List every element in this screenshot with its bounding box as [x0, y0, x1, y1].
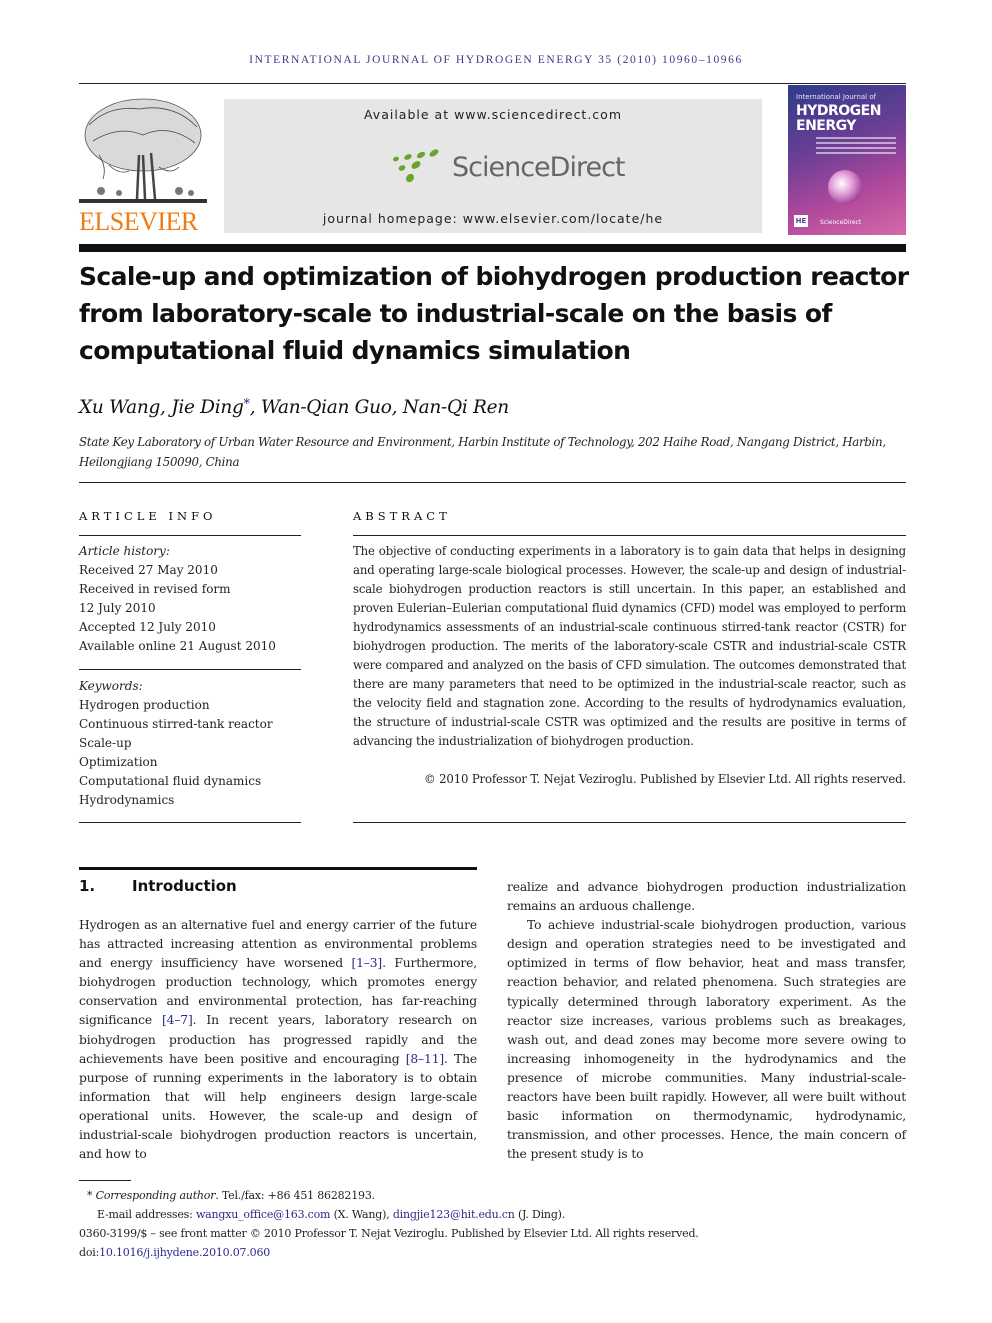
- keyword-item: Hydrogen production: [79, 698, 210, 712]
- cover-editor-lines: [816, 137, 896, 157]
- cover-title-line: International Journal of: [796, 93, 877, 101]
- abstract-copyright: © 2010 Professor T. Nejat Veziroglu. Pub…: [424, 772, 906, 786]
- email-label: E-mail addresses:: [97, 1208, 196, 1221]
- affiliation-divider: [79, 482, 906, 483]
- article-info-divider: [79, 535, 301, 536]
- journal-homepage-link[interactable]: journal homepage: www.elsevier.com/locat…: [224, 211, 762, 226]
- citation-link[interactable]: [1–3]: [351, 956, 382, 970]
- keyword-item: Scale-up: [79, 736, 132, 750]
- article-info-heading: ARTICLE INFO: [79, 509, 217, 523]
- elsevier-tree-icon: [79, 95, 207, 207]
- citation-link[interactable]: [4–7]: [162, 1013, 193, 1027]
- paragraph: To achieve industrial-scale biohydrogen …: [507, 918, 906, 1162]
- sciencedirect-banner: Available at www.sciencedirect.com Scien…: [224, 99, 762, 233]
- issn-line: 0360-3199/$ – see front matter © 2010 Pr…: [79, 1227, 699, 1240]
- keyword-item: Continuous stirred-tank reactor: [79, 717, 273, 731]
- footnotes: * Corresponding author. Tel./fax: +86 45…: [79, 1186, 879, 1262]
- abstract-heading: ABSTRACT: [353, 509, 451, 523]
- available-at-text[interactable]: Available at www.sciencedirect.com: [224, 107, 762, 122]
- history-item: Received in revised form: [79, 582, 231, 596]
- email-note: E-mail addresses: wangxu_office@163.com …: [79, 1205, 879, 1224]
- introduction-right-column: realize and advance biohydrogen producti…: [507, 878, 906, 1164]
- article-title: Scale-up and optimization of biohydrogen…: [79, 262, 909, 365]
- elsevier-logo[interactable]: ELSEVIER: [79, 95, 207, 236]
- paragraph: Hydrogen as an alternative fuel and ener…: [79, 916, 477, 1164]
- abstract-bottom-divider: [353, 822, 906, 823]
- introduction-heading: 1. Introduction: [79, 877, 237, 895]
- cover-orb-graphic: [828, 170, 862, 204]
- history-item: Accepted 12 July 2010: [79, 620, 216, 634]
- keyword-item: Optimization: [79, 755, 158, 769]
- footnote-divider: [79, 1180, 131, 1181]
- cover-title-energy: ENERGY: [796, 118, 856, 134]
- author-list: Xu Wang, Jie Ding*, Wan-Qian Guo, Nan-Qi…: [79, 397, 509, 418]
- keyword-item: Computational fluid dynamics: [79, 774, 262, 788]
- abstract-text: The objective of conducting experiments …: [353, 544, 906, 748]
- elsevier-wordmark: ELSEVIER: [79, 207, 198, 236]
- email-owner: (J. Ding).: [514, 1208, 566, 1221]
- affiliation: State Key Laboratory of Urban Water Reso…: [79, 435, 886, 469]
- paragraph: realize and advance biohydrogen producti…: [507, 880, 906, 914]
- keywords-label: Keywords:: [79, 679, 143, 693]
- email-link[interactable]: wangxu_office@163.com: [196, 1208, 331, 1221]
- email-link[interactable]: dingjie123@hit.edu.cn: [393, 1208, 515, 1221]
- introduction-left-column: Hydrogen as an alternative fuel and ener…: [79, 916, 477, 1164]
- abstract-divider: [353, 535, 906, 536]
- sciencedirect-wordmark: ScienceDirect: [452, 151, 626, 183]
- article-history: Article history: Received 27 May 2010 Re…: [79, 542, 301, 656]
- cover-title-main: HYDROGEN ENERGY: [796, 104, 881, 134]
- authors-part-2: , Wan-Qian Guo, Nan-Qi Ren: [249, 397, 510, 418]
- doi-prefix: doi:: [79, 1246, 100, 1259]
- keywords: Keywords: Hydrogen production Continuous…: [79, 677, 301, 810]
- top-divider: [79, 83, 906, 84]
- cover-sciencedirect-label: ScienceDirect: [820, 219, 862, 226]
- doi-line: doi:10.1016/j.ijhydene.2010.07.060: [79, 1243, 879, 1262]
- header-thick-divider: [79, 244, 906, 252]
- cover-he-badge: HE: [794, 215, 808, 227]
- introduction-rule: [79, 867, 477, 870]
- section-title: Introduction: [132, 877, 237, 895]
- doi-link[interactable]: 10.1016/j.ijhydene.2010.07.060: [99, 1246, 270, 1259]
- email-owner: (X. Wang),: [330, 1208, 393, 1221]
- history-divider: [79, 669, 301, 670]
- sciencedirect-logo[interactable]: ScienceDirect: [390, 147, 626, 187]
- running-head: INTERNATIONAL JOURNAL OF HYDROGEN ENERGY…: [249, 54, 743, 66]
- sciencedirect-dots-icon: [393, 149, 439, 183]
- article-history-label: Article history:: [79, 544, 170, 558]
- history-item: Available online 21 August 2010: [79, 639, 276, 653]
- text-run: . The purpose of running experiments in …: [79, 1051, 477, 1162]
- phone-text: . Tel./fax: +86 451 86282193.: [215, 1189, 375, 1202]
- citation-link[interactable]: [8–11]: [406, 1052, 444, 1066]
- authors-part-1: Xu Wang, Jie Ding: [79, 397, 244, 418]
- footnote-marker: *: [87, 1189, 93, 1202]
- keywords-divider: [79, 822, 301, 823]
- history-item: Received 27 May 2010: [79, 563, 218, 577]
- section-number: 1.: [79, 877, 96, 895]
- journal-cover-thumbnail[interactable]: International Journal of HYDROGEN ENERGY…: [788, 85, 906, 235]
- history-item: 12 July 2010: [79, 601, 156, 615]
- corresponding-label: Corresponding author: [95, 1189, 216, 1202]
- corresponding-author-note: * Corresponding author. Tel./fax: +86 45…: [79, 1186, 879, 1205]
- keyword-item: Hydrodynamics: [79, 793, 175, 807]
- cover-title-hydrogen: HYDROGEN: [796, 103, 881, 119]
